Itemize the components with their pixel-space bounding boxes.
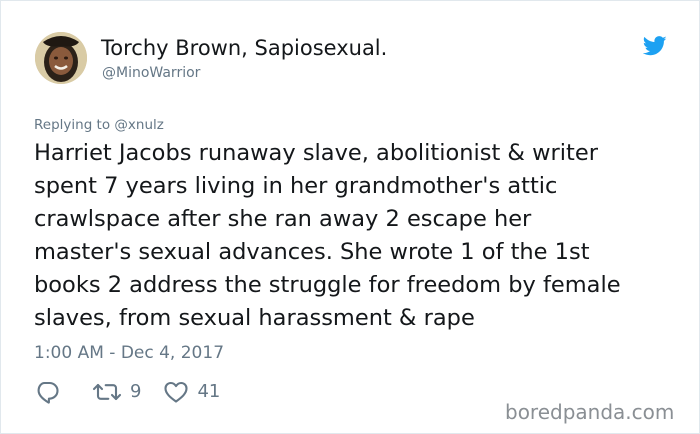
tweet-actions: 9 41 — [34, 378, 220, 406]
tweet-line: Harriet Jacobs runaway slave, abolitioni… — [34, 140, 598, 166]
display-name[interactable]: Torchy Brown, Sapiosexual. — [101, 35, 387, 61]
replying-to[interactable]: Replying to @xnulz — [34, 117, 164, 134]
heart-icon — [163, 380, 189, 404]
avatar[interactable] — [35, 32, 87, 84]
reply-button[interactable] — [34, 379, 60, 405]
tweet-line: master's sexual advances. She wrote 1 of… — [34, 239, 590, 265]
reply-icon — [34, 379, 60, 405]
tweet-card: Torchy Brown, Sapiosexual. @MinoWarrior … — [0, 0, 700, 434]
retweet-count: 9 — [130, 381, 142, 402]
tweet-line: spent 7 years living in her grandmother'… — [34, 173, 558, 199]
avatar-photo — [35, 32, 87, 84]
twitter-bird-icon[interactable] — [642, 36, 667, 56]
like-button[interactable]: 41 — [163, 380, 220, 404]
tweet-line: books 2 address the struggle for freedom… — [34, 272, 621, 298]
username-handle[interactable]: @MinoWarrior — [102, 64, 200, 82]
tweet-line: crawlspace after she ran away 2 escape h… — [34, 206, 532, 232]
like-count: 41 — [197, 381, 221, 402]
watermark: boredpanda.com — [505, 400, 675, 424]
retweet-icon — [92, 380, 122, 404]
retweet-button[interactable]: 9 — [92, 380, 141, 404]
tweet-timestamp[interactable]: 1:00 AM - Dec 4, 2017 — [34, 342, 224, 364]
tweet-line: slaves, from sexual harassment & rape — [34, 305, 475, 331]
tweet-text: Harriet Jacobs runaway slave, abolitioni… — [34, 137, 684, 335]
